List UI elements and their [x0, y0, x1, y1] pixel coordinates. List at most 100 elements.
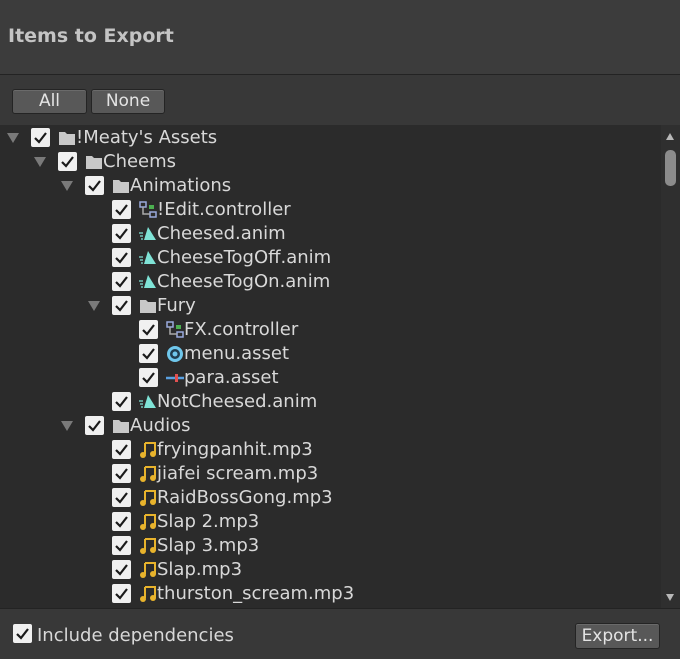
- tree-row[interactable]: RaidBossGong.mp3: [0, 486, 660, 510]
- tree-row[interactable]: Slap 2.mp3: [0, 510, 660, 534]
- tree-item-label: jiafei scream.mp3: [157, 463, 319, 484]
- tree-item-label: para.asset: [184, 367, 279, 388]
- tree-item-label: !Meaty's Assets: [76, 127, 218, 148]
- item-checkbox[interactable]: [112, 248, 131, 267]
- controller-icon: [139, 201, 157, 219]
- tree-row[interactable]: para.asset: [0, 366, 660, 390]
- item-checkbox[interactable]: [112, 512, 131, 531]
- item-checkbox[interactable]: [112, 272, 131, 291]
- checkmark-icon: [115, 540, 128, 552]
- checkmark-icon: [88, 180, 101, 192]
- tree-row[interactable]: Slap.mp3: [0, 558, 660, 582]
- expand-arrow-icon[interactable]: [61, 181, 73, 191]
- item-checkbox[interactable]: [112, 560, 131, 579]
- vertical-scrollbar[interactable]: [661, 125, 680, 608]
- folder-icon: [85, 153, 103, 171]
- checkmark-icon: [115, 588, 128, 600]
- tree-item-label: Slap 2.mp3: [157, 511, 260, 532]
- item-checkbox[interactable]: [112, 584, 131, 603]
- expand-arrow-icon[interactable]: [88, 301, 100, 311]
- audio-icon: [139, 585, 157, 603]
- item-checkbox[interactable]: [112, 224, 131, 243]
- item-checkbox[interactable]: [139, 368, 158, 387]
- checkmark-icon: [115, 492, 128, 504]
- item-checkbox[interactable]: [139, 320, 158, 339]
- audio-icon: [139, 489, 157, 507]
- item-checkbox[interactable]: [139, 344, 158, 363]
- checkmark-icon: [142, 324, 155, 336]
- page-title: Items to Export: [8, 25, 174, 47]
- anim-icon: [139, 225, 157, 243]
- select-none-button[interactable]: None: [91, 89, 165, 114]
- checkmark-icon: [34, 132, 47, 144]
- tree-row[interactable]: NotCheesed.anim: [0, 390, 660, 414]
- item-checkbox[interactable]: [112, 464, 131, 483]
- scroll-down-arrow-icon[interactable]: [666, 594, 674, 601]
- tree-row[interactable]: CheeseTogOn.anim: [0, 270, 660, 294]
- item-checkbox[interactable]: [85, 416, 104, 435]
- checkmark-icon: [115, 300, 128, 312]
- item-checkbox[interactable]: [31, 128, 50, 147]
- tree-row[interactable]: jiafei scream.mp3: [0, 462, 660, 486]
- tree-item-label: Fury: [157, 295, 196, 316]
- expand-arrow-icon[interactable]: [34, 157, 46, 167]
- tree-row[interactable]: Slap 3.mp3: [0, 534, 660, 558]
- item-checkbox[interactable]: [58, 152, 77, 171]
- checkmark-icon: [115, 252, 128, 264]
- scroll-thumb[interactable]: [665, 150, 676, 186]
- item-checkbox[interactable]: [112, 536, 131, 555]
- item-checkbox[interactable]: [112, 200, 131, 219]
- tree-item-label: thurston_scream.mp3: [157, 583, 355, 604]
- select-all-button[interactable]: All: [12, 89, 87, 114]
- item-checkbox[interactable]: [112, 488, 131, 507]
- anim-icon: [139, 249, 157, 267]
- checkmark-icon: [88, 420, 101, 432]
- selection-bar: All None: [0, 75, 680, 125]
- tree-row[interactable]: Cheems: [0, 150, 660, 174]
- tree-item-label: Slap.mp3: [157, 559, 243, 580]
- checkmark-icon: [115, 564, 128, 576]
- item-checkbox[interactable]: [112, 392, 131, 411]
- tree-row[interactable]: FX.controller: [0, 318, 660, 342]
- asset-tree: !Meaty's Assets Cheems Animations !Edit.con…: [0, 125, 680, 608]
- tree-row[interactable]: Animations: [0, 174, 660, 198]
- tree-item-label: Slap 3.mp3: [157, 535, 260, 556]
- tree-row[interactable]: Fury: [0, 294, 660, 318]
- tree-row[interactable]: CheeseTogOff.anim: [0, 246, 660, 270]
- tree-row[interactable]: !Meaty's Assets: [0, 126, 660, 150]
- checkmark-icon: [115, 228, 128, 240]
- checkmark-icon: [115, 396, 128, 408]
- audio-icon: [139, 561, 157, 579]
- expand-arrow-icon[interactable]: [61, 421, 73, 431]
- include-dependencies-checkbox[interactable]: [13, 624, 32, 643]
- anim-icon: [139, 393, 157, 411]
- header: Items to Export: [0, 0, 680, 75]
- checkmark-icon: [115, 468, 128, 480]
- tree-row[interactable]: menu.asset: [0, 342, 660, 366]
- tree-row[interactable]: fryingpanhit.mp3: [0, 438, 660, 462]
- scroll-up-arrow-icon[interactable]: [666, 133, 674, 140]
- item-checkbox[interactable]: [112, 296, 131, 315]
- tree-item-label: RaidBossGong.mp3: [157, 487, 333, 508]
- tree-row[interactable]: !Edit.controller: [0, 198, 660, 222]
- checkmark-icon: [61, 156, 74, 168]
- checkmark-icon: [142, 348, 155, 360]
- folder-icon: [112, 417, 130, 435]
- tree-row[interactable]: Cheesed.anim: [0, 222, 660, 246]
- tree-item-label: Cheems: [103, 151, 177, 172]
- footer: Include dependencies Export...: [0, 608, 680, 659]
- tree-item-label: Audios: [130, 415, 191, 436]
- checkmark-icon: [115, 276, 128, 288]
- item-checkbox[interactable]: [85, 176, 104, 195]
- item-checkbox[interactable]: [112, 440, 131, 459]
- checkmark-icon: [142, 372, 155, 384]
- folder-icon: [112, 177, 130, 195]
- export-button[interactable]: Export...: [575, 623, 660, 649]
- controller-icon: [166, 321, 184, 339]
- checkmark-icon: [115, 444, 128, 456]
- tree-item-label: Animations: [130, 175, 232, 196]
- tree-row[interactable]: thurston_scream.mp3: [0, 582, 660, 606]
- expand-arrow-icon[interactable]: [7, 133, 19, 143]
- anim-icon: [139, 273, 157, 291]
- tree-row[interactable]: Audios: [0, 414, 660, 438]
